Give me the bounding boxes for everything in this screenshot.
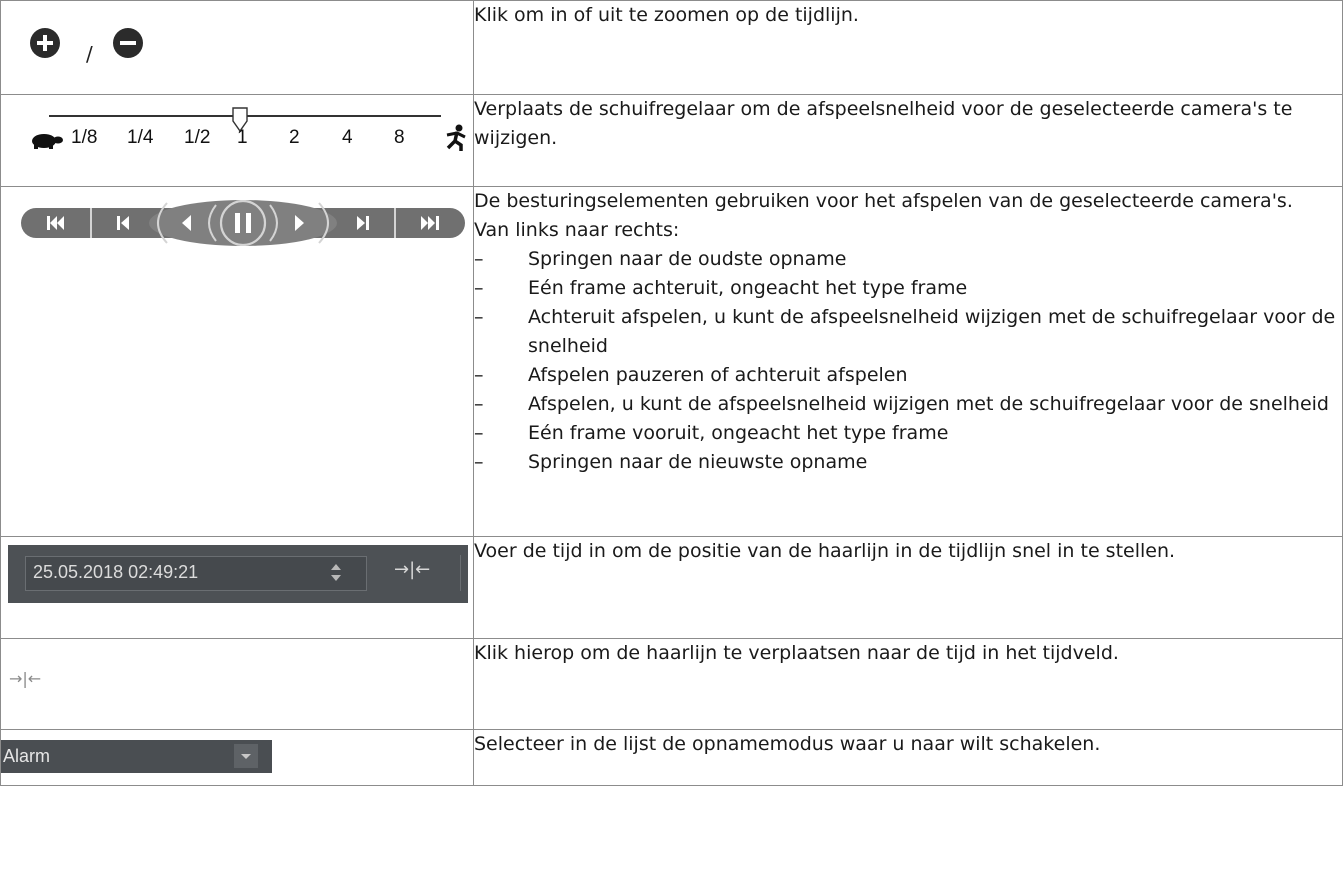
select-value: Alarm <box>3 746 51 766</box>
speed-label: 2 <box>289 127 300 148</box>
table-row: De besturingselementen gebruiken voor he… <box>0 186 1343 537</box>
turtle-icon <box>32 134 63 149</box>
speed-label: 1/4 <box>127 127 154 148</box>
speed-label: 1 <box>237 127 248 148</box>
jump-to-time-icon[interactable]: →|← <box>394 559 430 580</box>
description-cell: Verplaats de schuifregelaar om de afspee… <box>473 94 1343 187</box>
playback-controls <box>21 200 465 246</box>
list-item: – Eén frame vooruit, ongeacht het type fr… <box>474 422 949 444</box>
description-text: Voer de tijd in om de positie van de haa… <box>474 540 1176 562</box>
runner-icon <box>446 124 466 151</box>
description-text: Klik hierop om de haarlijn te verplaatse… <box>474 642 1119 664</box>
description-cell: De besturingselementen gebruiken voor he… <box>473 186 1343 537</box>
reference-table: / Klik om in of uit te zoomen op de tijd… <box>0 0 1343 786</box>
spin-down-icon[interactable] <box>331 575 341 581</box>
description-cell: Klik om in of uit te zoomen op de tijdli… <box>473 0 1343 95</box>
speed-label: 4 <box>342 127 353 148</box>
icon-cell: 25.05.2018 02:49:21 →|← <box>0 536 474 639</box>
speed-label: 8 <box>394 127 405 148</box>
datetime-input[interactable]: 25.05.2018 02:49:21 <box>25 556 367 591</box>
speed-label: 1/8 <box>71 127 98 148</box>
description-text: De besturingselementen gebruiken voor he… <box>474 190 1293 212</box>
spin-up-icon[interactable] <box>331 564 341 570</box>
icon-cell: / <box>0 0 474 95</box>
description-text: Verplaats de schuifregelaar om de afspee… <box>474 98 1293 149</box>
icon-cell: →|← <box>0 638 474 730</box>
chevron-down-icon <box>241 754 251 759</box>
datetime-panel: 25.05.2018 02:49:21 →|← <box>8 545 468 603</box>
divider <box>460 555 461 591</box>
description-cell: Selecteer in de lijst de opnamemodus waa… <box>473 729 1343 786</box>
zoom-out-icon[interactable] <box>113 28 143 58</box>
speed-label: 1/2 <box>184 127 211 148</box>
description-subheading: Van links naar rechts: <box>474 219 680 241</box>
list-item: – Springen naar de oudste opname <box>474 248 847 270</box>
list-item: – Afspelen, u kunt de afspeelsnelheid wij… <box>474 393 1329 415</box>
description-text: Selecteer in de lijst de opnamemodus waa… <box>474 733 1101 755</box>
datetime-spinner[interactable] <box>328 561 344 585</box>
dropdown-button[interactable] <box>234 744 258 768</box>
datetime-value[interactable]: 25.05.2018 02:49:21 <box>33 562 198 583</box>
icon-cell <box>0 186 474 537</box>
recording-mode-select[interactable]: Alarm <box>1 740 272 773</box>
description-cell: Voer de tijd in om de positie van de haa… <box>473 536 1343 639</box>
table-row: / Klik om in of uit te zoomen op de tijd… <box>0 0 1343 95</box>
icon-cell: Alarm <box>0 729 474 786</box>
control-list: – Springen naar de oudste opname – Eén fra… <box>474 245 1342 477</box>
list-item: – Afspelen pauzeren of achteruit afspelen <box>474 364 908 386</box>
zoom-controls: / <box>30 28 170 68</box>
table-row: 25.05.2018 02:49:21 →|← Voer de tijd in … <box>0 536 1343 639</box>
jump-to-time-icon[interactable]: →|← <box>9 669 41 688</box>
separator-slash: / <box>86 42 93 66</box>
icon-cell: 1/8 1/4 1/2 1 2 4 8 <box>0 94 474 187</box>
list-item: – Eén frame achteruit, ongeacht het type … <box>474 277 968 299</box>
list-item: – Springen naar de nieuwste opname <box>474 451 868 473</box>
table-row: 1/8 1/4 1/2 1 2 4 8 Verplaats de schuifr… <box>0 94 1343 187</box>
list-item: – Achteruit afspelen, u kunt de afspeelsn… <box>474 306 1336 357</box>
table-row: →|← Klik hierop om de haarlijn te verpla… <box>0 638 1343 730</box>
description-cell: Klik hierop om de haarlijn te verplaatse… <box>473 638 1343 730</box>
zoom-in-icon[interactable] <box>30 28 60 58</box>
table-row: Alarm Selecteer in de lijst de opnamemod… <box>0 729 1343 786</box>
speed-slider[interactable]: 1/8 1/4 1/2 1 2 4 8 <box>29 105 469 165</box>
description-text: Klik om in of uit te zoomen op de tijdli… <box>474 4 859 26</box>
